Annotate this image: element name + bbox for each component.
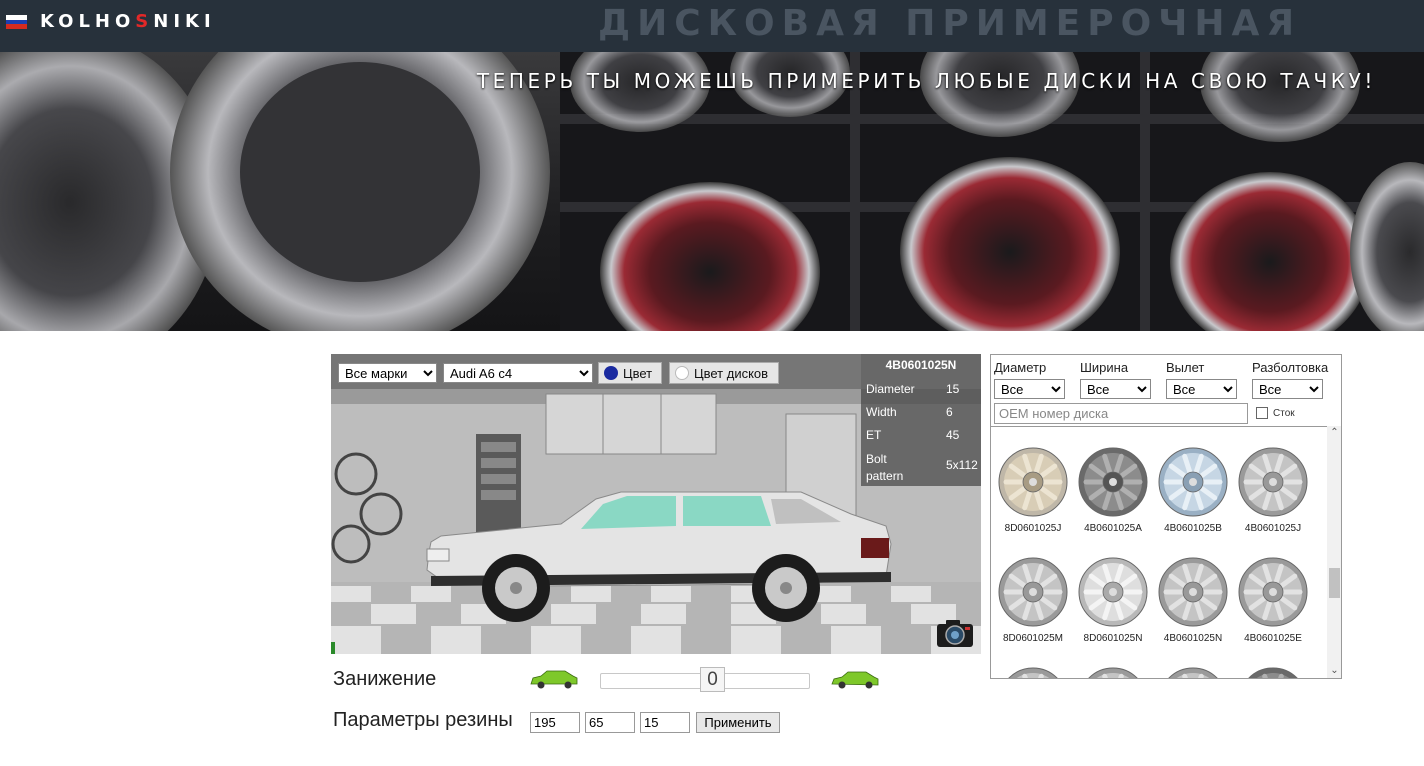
wheel-code: 4B0601025A <box>1084 523 1142 534</box>
wheel-code: 8D0601025N <box>1083 633 1143 644</box>
wheel-rim-icon <box>1168 667 1218 678</box>
wheel-color-dot-icon <box>675 366 689 380</box>
filter-bolt-label: Разболтовка <box>1252 360 1329 375</box>
car-viewer: Все марки Audi A6 c4 Цвет Цвет дисков 4B… <box>331 354 981 654</box>
filter-bolt-select[interactable]: Все <box>1252 379 1323 399</box>
wheel-item[interactable] <box>993 667 1073 678</box>
wheel-item[interactable]: 8D0601025M <box>993 557 1073 663</box>
filter-offset-label: Вылет <box>1166 360 1205 375</box>
wheel-item[interactable]: 4B0601025N <box>1153 557 1233 663</box>
tire-width-input[interactable]: 195 <box>530 712 580 733</box>
page-title: ДИСКОВАЯ ПРИМЕРОЧНАЯ <box>598 3 1302 44</box>
flag-stripe-red <box>6 24 27 29</box>
wheel-info-panel: 4B0601025N Diameter 15 Width 6 ET 45 Bol… <box>861 354 981 486</box>
logo-text-b: NIKI <box>153 11 216 32</box>
hero-tagline: ТЕПЕРЬ ТЫ МОЖЕШЬ ПРИМЕРИТЬ ЛЮБЫЕ ДИСКИ Н… <box>476 69 1376 93</box>
wheel-rim-icon <box>998 447 1068 517</box>
car-high-icon <box>530 670 578 689</box>
scroll-thumb[interactable] <box>1329 568 1340 598</box>
color-dot-icon <box>604 366 618 380</box>
wheel-rim-icon <box>1158 557 1228 627</box>
info-label: Width <box>866 405 897 419</box>
tire-params-label: Параметры резины <box>333 709 513 731</box>
oem-search-input[interactable]: OEM номер диска <box>994 403 1248 424</box>
apply-button[interactable]: Применить <box>696 712 780 733</box>
info-label: Bolt pattern <box>866 452 904 483</box>
wheel-code: 4B0601025E <box>1244 633 1302 644</box>
wheel-rim-icon <box>1078 557 1148 627</box>
wheel-code: 4B0601025N <box>1163 633 1223 644</box>
wheel-item[interactable] <box>1233 667 1313 678</box>
wheel-grid-scrollbar[interactable]: ⌃ ⌄ <box>1327 426 1341 678</box>
wheel-item[interactable]: 8D0601025J <box>993 447 1073 553</box>
lowering-slider-handle[interactable]: 0 <box>700 667 725 692</box>
scroll-up-icon[interactable]: ⌃ <box>1327 426 1341 440</box>
wheel-code: 8D0601025M <box>1002 633 1064 644</box>
wheel-item[interactable] <box>1073 667 1153 678</box>
camera-icon[interactable] <box>936 618 974 648</box>
stock-label: Сток <box>1273 408 1295 419</box>
wheel-item[interactable] <box>1153 667 1233 678</box>
hero-banner: ТЕПЕРЬ ТЫ МОЖЕШЬ ПРИМЕРИТЬ ЛЮБЫЕ ДИСКИ Н… <box>0 52 1424 331</box>
wheel-rim-icon <box>998 557 1068 627</box>
wheel-color-label: Цвет дисков <box>694 365 769 381</box>
filter-diameter-select[interactable]: Все <box>994 379 1065 399</box>
tire-diameter-input[interactable]: 15 <box>640 712 690 733</box>
wheel-rim-icon <box>1088 667 1138 678</box>
car-low-icon <box>831 671 879 689</box>
wheel-item[interactable]: 8D0601025N <box>1073 557 1153 663</box>
selected-wheel-code: 4B0601025N <box>885 358 957 372</box>
filter-diameter-label: Диаметр <box>994 360 1047 375</box>
info-value: 45 <box>946 428 960 442</box>
info-label: ET <box>866 428 882 442</box>
filter-offset-select[interactable]: Все <box>1166 379 1237 399</box>
site-logo[interactable]: KOLHOSNIKI <box>40 11 216 32</box>
wheel-rim-icon <box>1078 447 1148 517</box>
wheel-rim-icon <box>1238 557 1308 627</box>
filter-width-label: Ширина <box>1080 360 1129 375</box>
wheel-code: 8D0601025J <box>1004 523 1062 534</box>
car-color-button[interactable]: Цвет <box>598 362 662 384</box>
wheel-filter-panel: Диаметр Ширина Вылет Разболтовка Все Все… <box>990 354 1342 679</box>
wheel-rim-icon <box>1008 667 1058 678</box>
logo-text-a: KOLHO <box>40 11 136 32</box>
wheel-rim-icon <box>1248 667 1298 678</box>
info-value: 5x112 <box>946 458 978 472</box>
wheel-color-button[interactable]: Цвет дисков <box>669 362 779 384</box>
brand-select[interactable]: Все марки <box>338 363 437 383</box>
logo-text-red: S <box>135 11 154 32</box>
lowering-label: Занижение <box>333 668 437 690</box>
wheel-code: 4B0601025B <box>1164 523 1222 534</box>
russia-flag-icon[interactable] <box>6 15 27 29</box>
wheel-item[interactable]: 4B0601025A <box>1073 447 1153 553</box>
model-select[interactable]: Audi A6 c4 <box>443 363 593 383</box>
top-bar: KOLHOSNIKI ДИСКОВАЯ ПРИМЕРОЧНАЯ <box>0 0 1424 52</box>
info-value: 6 <box>946 405 953 419</box>
car-color-label: Цвет <box>623 365 653 381</box>
wheel-rim-icon <box>1158 447 1228 517</box>
scroll-down-icon[interactable]: ⌄ <box>1327 664 1341 678</box>
info-value: 15 <box>946 382 960 396</box>
wheel-rim-icon <box>1238 447 1308 517</box>
wheel-grid: 8D0601025J 4B0601025A 4B0601025B 4B0601025J… <box>991 426 1327 678</box>
wheel-code: 4B0601025J <box>1244 523 1302 534</box>
filter-width-select[interactable]: Все <box>1080 379 1151 399</box>
tire-profile-input[interactable]: 65 <box>585 712 635 733</box>
stock-checkbox[interactable] <box>1256 407 1268 419</box>
info-label: Diameter <box>866 382 915 396</box>
hero-rims-image <box>0 52 1424 331</box>
wheel-item[interactable]: 4B0601025J <box>1233 447 1313 553</box>
wheel-item[interactable]: 4B0601025E <box>1233 557 1313 663</box>
wheel-item[interactable]: 4B0601025B <box>1153 447 1233 553</box>
load-indicator <box>331 642 335 654</box>
